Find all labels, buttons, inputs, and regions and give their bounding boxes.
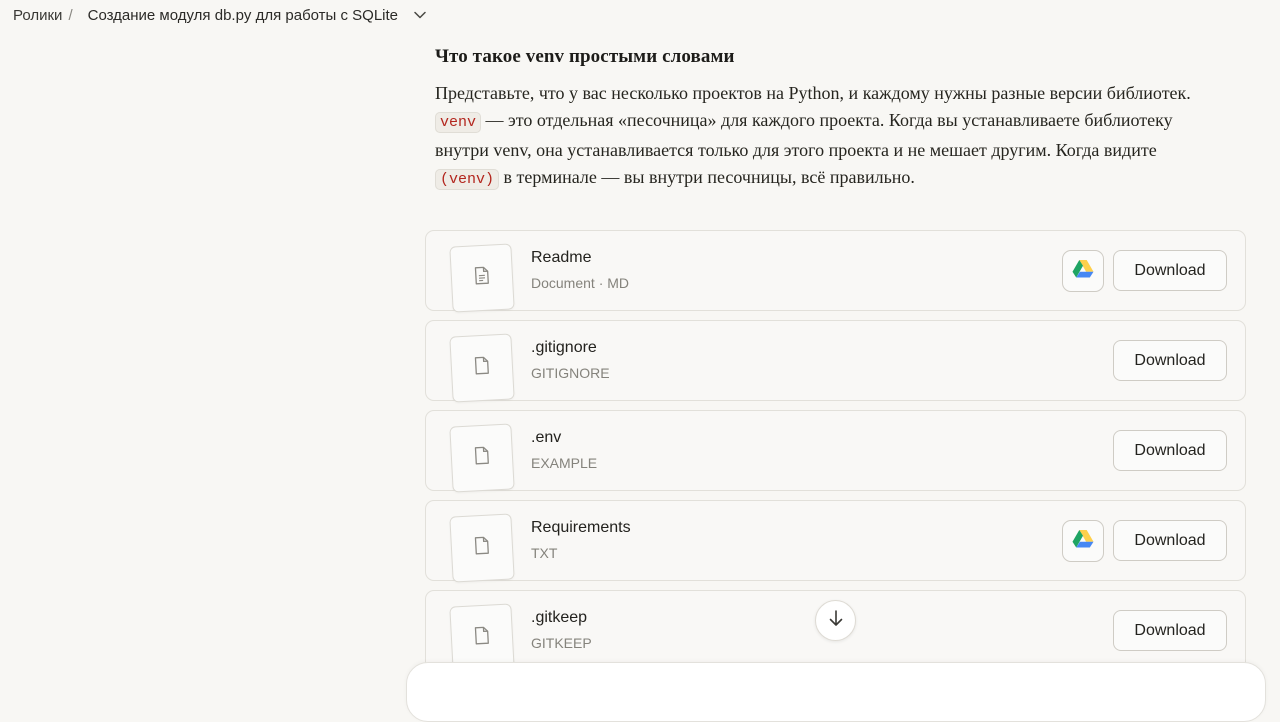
download-button[interactable]: Download	[1113, 430, 1227, 471]
paragraph-text: в терминале — вы внутри песочницы, всё п…	[499, 166, 915, 187]
breadcrumb: Ролики / Создание модуля db.py для работ…	[0, 0, 1280, 30]
file-card-env[interactable]: .env EXAMPLE Download	[425, 410, 1246, 493]
file-thumbnail	[449, 513, 515, 583]
google-drive-icon	[1072, 259, 1094, 283]
file-type: GITKEEP	[531, 635, 592, 651]
file-name: .env	[531, 429, 562, 446]
file-name: Readme	[531, 249, 592, 266]
text-document-icon	[473, 266, 490, 291]
file-icon	[473, 536, 490, 561]
file-type: TXT	[531, 545, 558, 561]
file-card-readme[interactable]: Readme Document · MD Download	[425, 230, 1246, 313]
file-name: Requirements	[531, 519, 631, 536]
file-card-requirements[interactable]: Requirements TXT Download	[425, 500, 1246, 583]
scroll-to-bottom-button[interactable]	[815, 600, 856, 641]
message-composer[interactable]	[406, 662, 1266, 722]
file-icon	[473, 626, 490, 651]
paragraph-text: — это отдельная «песочница» для каждого …	[435, 110, 1173, 160]
file-type: EXAMPLE	[531, 455, 598, 471]
file-card-gitignore[interactable]: .gitignore GITIGNORE Download	[425, 320, 1246, 403]
chevron-down-icon[interactable]	[414, 11, 426, 19]
inline-code: venv	[435, 112, 482, 134]
save-to-google-drive-button[interactable]	[1062, 250, 1104, 292]
file-thumbnail	[449, 243, 515, 313]
paragraph-text: Представьте, что у вас несколько проекто…	[435, 83, 1191, 103]
message-content: Что такое venv простыми словами Представ…	[435, 46, 1225, 193]
file-name: .gitignore	[531, 339, 597, 356]
file-type: Document · MD	[531, 275, 630, 291]
paragraph: Представьте, что у вас несколько проекто…	[435, 80, 1195, 193]
download-button[interactable]: Download	[1113, 340, 1227, 381]
arrow-down-icon	[829, 609, 843, 632]
inline-code: (venv)	[435, 168, 500, 190]
file-name: .gitkeep	[531, 609, 588, 626]
file-icon	[473, 356, 490, 381]
save-to-google-drive-button[interactable]	[1062, 520, 1104, 562]
download-button[interactable]: Download	[1113, 250, 1227, 291]
breadcrumb-separator: /	[68, 6, 73, 24]
file-type: GITIGNORE	[531, 365, 610, 381]
download-button[interactable]: Download	[1113, 610, 1227, 651]
chat-title[interactable]: Создание модуля db.py для работы с SQLit…	[88, 7, 398, 24]
google-drive-icon	[1072, 529, 1094, 553]
download-button[interactable]: Download	[1113, 520, 1227, 561]
file-icon	[473, 446, 490, 471]
file-thumbnail	[449, 333, 515, 403]
section-heading: Что такое venv простыми словами	[435, 46, 735, 67]
breadcrumb-project-link[interactable]: Ролики	[13, 7, 62, 24]
file-thumbnail	[449, 423, 515, 493]
